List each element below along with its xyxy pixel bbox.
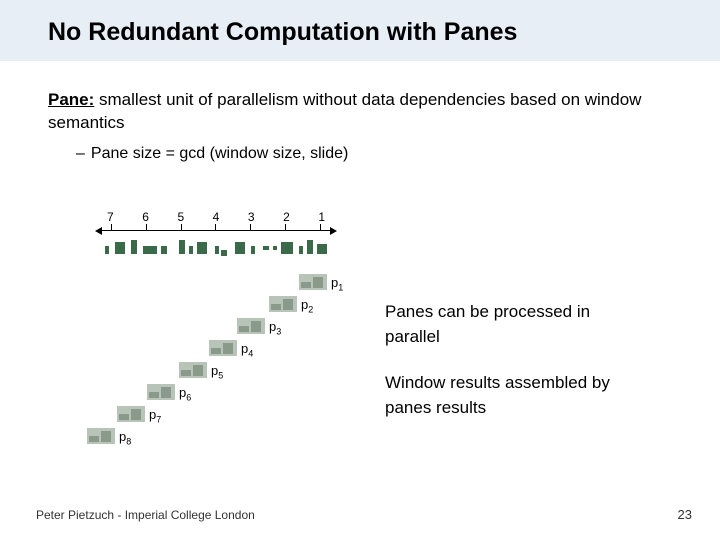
- note-assembled: Window results assembled by panes result…: [385, 371, 635, 420]
- tick-4: 4: [213, 210, 220, 224]
- content-area: Pane: smallest unit of parallelism witho…: [0, 61, 720, 163]
- timeline: 7 6 5 4 3 2 1: [101, 210, 331, 231]
- pane-sub: 8: [126, 437, 131, 447]
- tick-3: 3: [248, 210, 255, 224]
- pane-sub: 1: [338, 283, 343, 293]
- definition: Pane: smallest unit of parallelism witho…: [48, 89, 672, 135]
- definition-text: smallest unit of parallelism without dat…: [48, 90, 641, 132]
- timeline-axis: [101, 230, 331, 231]
- tick-labels: 7 6 5 4 3 2 1: [101, 210, 331, 224]
- pane-sub: 7: [156, 415, 161, 425]
- pane-sub: 6: [186, 393, 191, 403]
- footer-author: Peter Pietzuch - Imperial College London: [36, 508, 255, 522]
- pane-diagram: 7 6 5 4 3 2 1 p1: [85, 210, 665, 490]
- tick-5: 5: [177, 210, 184, 224]
- pane-sub: 3: [276, 327, 281, 337]
- tick-6: 6: [142, 210, 149, 224]
- data-stream: [101, 240, 331, 258]
- slide-title: No Redundant Computation with Panes: [0, 0, 720, 61]
- dash-icon: –: [76, 145, 85, 162]
- pane-sub: 4: [248, 349, 253, 359]
- page-number: 23: [678, 507, 692, 522]
- pane-sub: 5: [218, 371, 223, 381]
- sub-point: –Pane size = gcd (window size, slide): [76, 145, 672, 163]
- sub-point-text: Pane size = gcd (window size, slide): [91, 145, 348, 162]
- tick-7: 7: [107, 210, 114, 224]
- tick-2: 2: [283, 210, 290, 224]
- pane-sub: 2: [308, 305, 313, 315]
- definition-term: Pane:: [48, 90, 94, 109]
- tick-1: 1: [318, 210, 325, 224]
- side-notes: Panes can be processed in parallel Windo…: [385, 300, 635, 421]
- note-parallel: Panes can be processed in parallel: [385, 300, 635, 349]
